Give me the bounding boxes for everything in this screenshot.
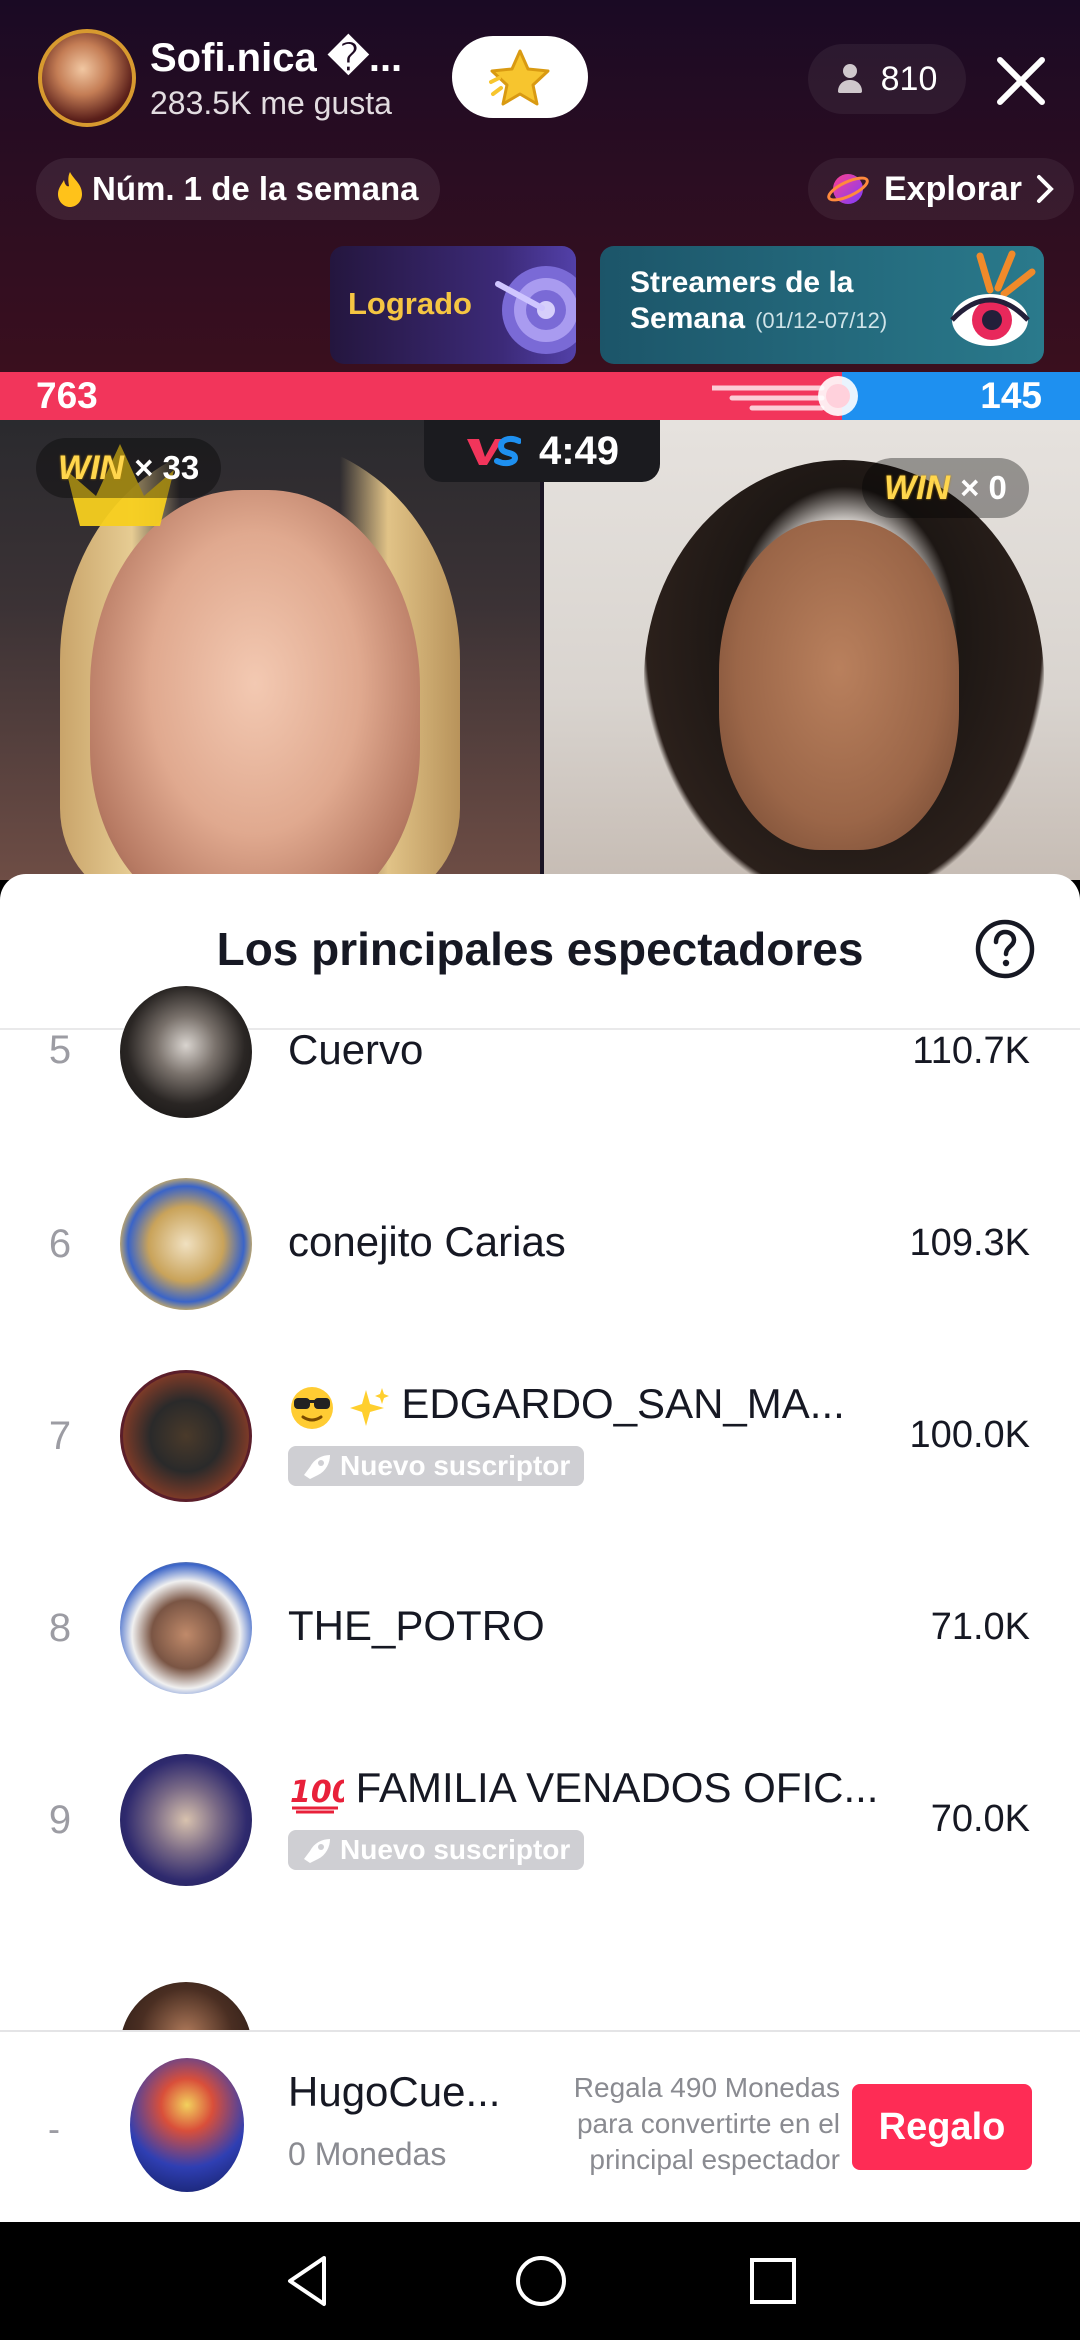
streamers-dates: (01/12-07/12) xyxy=(755,308,888,333)
right-win-count: × 0 xyxy=(960,469,1007,506)
sparkles-emoji-icon xyxy=(349,1387,389,1426)
left-win-count: × 33 xyxy=(134,449,200,486)
viewer-name: THE_POTRO xyxy=(288,1602,545,1649)
viewer-count-value: 810 xyxy=(880,59,938,98)
person-icon xyxy=(837,64,863,94)
my-rank-bar: - HugoCue... 0 Monedas Regala 490 Moneda… xyxy=(0,2030,1080,2222)
viewer-rank: 6 xyxy=(48,1222,72,1266)
achieved-label: Logrado xyxy=(348,286,472,321)
weekly-rank-label: Núm. 1 de la semana xyxy=(92,170,419,207)
viewer-count[interactable]: 810 xyxy=(808,44,966,114)
eye-icon xyxy=(950,250,1036,346)
viewer-name-line: EDGARDO_SAN_MA... xyxy=(288,1380,845,1430)
comet-icon xyxy=(712,376,858,416)
score-left: 763 xyxy=(36,375,98,416)
gift-button[interactable]: Regalo xyxy=(852,2084,1032,2170)
viewer-name: conejito Carias xyxy=(288,1218,566,1265)
new-subscriber-label: Nuevo suscriptor xyxy=(340,1450,571,1481)
home-icon[interactable] xyxy=(512,2252,570,2310)
my-name: HugoCue... xyxy=(288,2068,501,2115)
right-streamer-face xyxy=(719,520,959,850)
viewer-row[interactable]: 8 THE_POTRO 71.0K xyxy=(0,1506,1080,1694)
viewer-row[interactable]: 9 100 FAMILIA VENADOS OFIC... 70.0K Nuev… xyxy=(0,1698,1080,1886)
recent-apps-icon[interactable] xyxy=(744,2252,802,2310)
viewer-avatar[interactable] xyxy=(120,1178,252,1310)
viewer-score: 109.3K xyxy=(909,1222,1030,1264)
left-win-badge: WIN × 33 xyxy=(36,438,222,498)
top-viewers-sheet: Los principales espectadores 5 Cuervo 11… xyxy=(0,874,1080,2222)
new-subscriber-badge: Nuevo suscriptor xyxy=(288,1830,585,1870)
viewer-score: 110.7K xyxy=(912,1030,1030,1072)
follow-star-button[interactable] xyxy=(452,36,588,118)
star-icon xyxy=(489,49,550,106)
chevron-right-icon xyxy=(1036,175,1054,203)
viewer-rank: 7 xyxy=(48,1414,72,1458)
achieved-card[interactable]: Logrado xyxy=(330,246,576,364)
viewer-rank: 8 xyxy=(48,1606,72,1650)
rocket-icon xyxy=(304,1455,330,1479)
viewer-avatar[interactable] xyxy=(120,986,252,1118)
sunglasses-emoji-icon xyxy=(291,1386,333,1429)
viewer-avatar[interactable] xyxy=(120,1562,252,1694)
right-win-badge: WIN × 0 xyxy=(862,458,1029,518)
score-bar-blue xyxy=(842,372,1080,420)
fire-icon xyxy=(58,172,82,207)
host-text: Sofi.nica �... 283.5K me gusta xyxy=(150,35,402,122)
viewer-name-line: 100 FAMILIA VENADOS OFIC... xyxy=(288,1764,878,1814)
battle-timer-value: 4:49 xyxy=(538,428,620,473)
viewer-name: EDGARDO_SAN_MA... xyxy=(401,1380,845,1427)
viewer-name: FAMILIA VENADOS OFIC... xyxy=(355,1764,879,1811)
sheet-title: Los principales espectadores xyxy=(216,923,864,975)
hundred-points-emoji-icon: 100 xyxy=(290,1775,344,1814)
host-likes: 283.5K me gusta xyxy=(150,84,392,121)
viewer-score: 100.0K xyxy=(909,1414,1030,1456)
new-subscriber-badge: Nuevo suscriptor xyxy=(288,1446,585,1486)
viewer-row[interactable]: 6 conejito Carias 109.3K xyxy=(0,1122,1080,1310)
battle-timer: 4:49 xyxy=(424,420,660,482)
explore-label: Explorar xyxy=(884,169,1022,208)
my-rank: - xyxy=(48,2108,60,2149)
viewer-avatar[interactable] xyxy=(120,1754,252,1886)
battle-score-bar: 763 145 xyxy=(0,372,1080,420)
right-streamer-video[interactable]: WIN × 0 xyxy=(544,420,1080,880)
streamers-title-line1: Streamers de la xyxy=(630,266,854,299)
win-label-left: WIN xyxy=(58,448,125,487)
close-icon[interactable] xyxy=(990,50,1052,112)
explore-button[interactable]: Explorar xyxy=(808,158,1074,220)
new-subscriber-label: Nuevo suscriptor xyxy=(340,1834,571,1865)
back-icon[interactable] xyxy=(280,2252,338,2310)
streamers-of-week-card[interactable]: Streamers de la Semana (01/12-07/12) xyxy=(600,246,1044,364)
win-label-right: WIN xyxy=(884,468,951,507)
svg-text:100: 100 xyxy=(290,1775,344,1810)
streamers-title-line2: Semana (01/12-07/12) xyxy=(630,302,888,335)
rocket-icon xyxy=(304,1839,330,1863)
system-nav-bar xyxy=(0,2222,1080,2340)
target-icon xyxy=(495,266,576,354)
viewer-name: Cuervo xyxy=(288,1026,424,1073)
vs-icon xyxy=(466,435,521,467)
gift-hint: Regala 490 Monedas para convertirte en e… xyxy=(573,2072,840,2175)
weekly-rank-badge[interactable]: Núm. 1 de la semana xyxy=(36,158,441,220)
score-right: 145 xyxy=(980,375,1042,416)
host-avatar[interactable] xyxy=(38,29,136,127)
host-info[interactable]: Sofi.nica �... 283.5K me gusta xyxy=(38,28,402,128)
left-streamer-face xyxy=(90,490,420,880)
left-streamer-video[interactable]: WIN × 33 xyxy=(0,420,540,880)
viewer-rank: 5 xyxy=(48,1028,72,1072)
my-coins: 0 Monedas xyxy=(288,2136,447,2172)
viewer-avatar[interactable] xyxy=(120,1370,252,1502)
my-avatar[interactable] xyxy=(130,2058,244,2192)
viewer-rank: 9 xyxy=(48,1798,72,1842)
host-name: Sofi.nica �... xyxy=(150,35,403,80)
planet-icon xyxy=(827,174,869,204)
viewer-score: 71.0K xyxy=(930,1606,1030,1648)
live-header: Sofi.nica �... 283.5K me gusta 810 Núm. … xyxy=(0,0,1080,372)
viewer-row[interactable]: 7 EDGARDO_SAN_MA... 100.0K Nuevo suscrip… xyxy=(0,1314,1080,1502)
viewer-score: 70.0K xyxy=(930,1798,1030,1840)
help-icon[interactable] xyxy=(974,918,1036,980)
